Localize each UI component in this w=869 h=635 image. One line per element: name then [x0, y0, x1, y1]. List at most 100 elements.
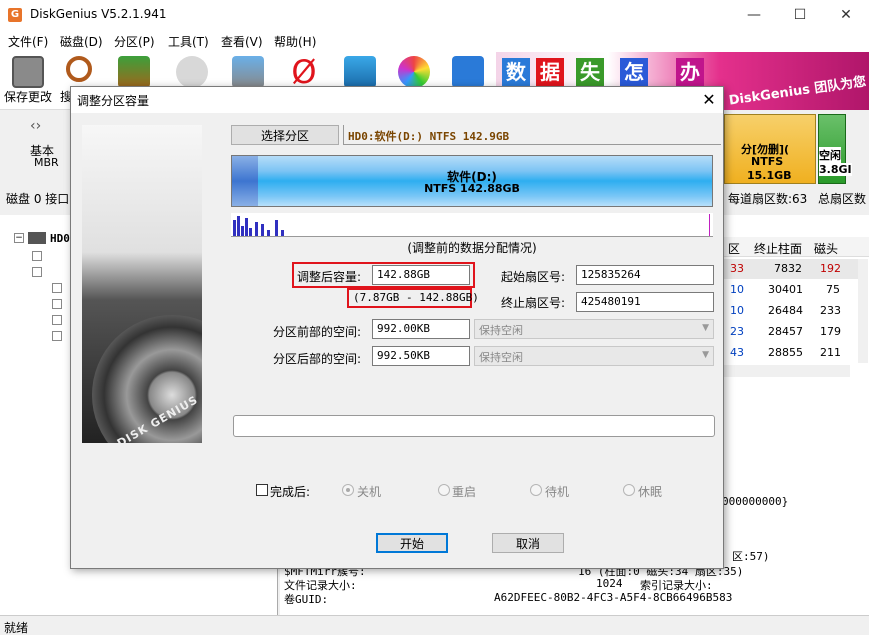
dist-bar: [255, 222, 258, 236]
dialog-close-icon[interactable]: ✕: [697, 88, 721, 112]
dialog-title: 调整分区容量: [77, 94, 150, 108]
before-space-select[interactable]: 保持空闲 ▼: [474, 319, 714, 339]
menu-partition[interactable]: 分区(P): [114, 33, 155, 50]
hdd-icon: [28, 232, 46, 244]
tree-node-1[interactable]: [32, 251, 42, 261]
col-sector[interactable]: 区: [728, 240, 740, 257]
disk-interface-info: 磁盘 0 接口: [6, 192, 70, 206]
option-standby: 待机: [545, 485, 570, 499]
new-size-input[interactable]: 142.88GB: [372, 265, 470, 285]
windows-icon[interactable]: [452, 56, 484, 88]
resize-partition-dialog: 调整分区容量 ✕ DISK GENIUS 选择分区 HD0:软件(D:) NTF…: [70, 86, 724, 569]
after-space-select[interactable]: 保持空闲 ▼: [474, 346, 714, 366]
volume-guid-label: 卷GUID:: [284, 593, 329, 606]
dist-bar: [275, 220, 278, 236]
status-text: 就绪: [4, 621, 29, 635]
chevron-down-icon: ▼: [702, 350, 709, 360]
partition-fs-size: NTFS 142.88GB: [424, 182, 520, 195]
radio-hibernate[interactable]: [623, 484, 635, 496]
menu-file[interactable]: 文件(F): [8, 33, 48, 50]
tree-node-2[interactable]: [32, 267, 42, 277]
tree-node-4[interactable]: [52, 299, 62, 309]
menu-help[interactable]: 帮助(H): [274, 33, 316, 50]
format-icon[interactable]: [344, 56, 376, 88]
selected-partition-info: HD0:软件(D:) NTFS 142.9GB: [343, 125, 721, 145]
radio-shutdown[interactable]: [342, 484, 354, 496]
backup-icon[interactable]: [118, 56, 150, 88]
cell-sector: 10: [730, 283, 744, 296]
banner-tile-3: 失: [576, 58, 604, 86]
dist-bar: [233, 220, 236, 236]
before-space-option: 保持空闲: [479, 324, 523, 337]
col-end-cylinder[interactable]: 终止柱面: [754, 240, 802, 257]
menu-view[interactable]: 查看(V): [221, 33, 263, 50]
cell-end-cylinder: 7832: [774, 262, 802, 275]
start-sector-input[interactable]: 125835264: [576, 265, 714, 285]
menu-disk[interactable]: 磁盘(D): [60, 33, 103, 50]
tree-node-3[interactable]: [52, 283, 62, 293]
tree-node-6[interactable]: [52, 331, 62, 341]
select-partition-button[interactable]: 选择分区: [231, 125, 339, 145]
guid-partial: 000000000}: [722, 495, 789, 508]
maximize-button[interactable]: ☐: [777, 0, 823, 30]
cell-end-cylinder: 28457: [768, 325, 803, 338]
after-space-input[interactable]: 992.50KB: [372, 346, 470, 366]
after-done-checkbox[interactable]: [256, 484, 268, 496]
banner-tile-2: 据: [536, 58, 564, 86]
cancel-button[interactable]: 取消: [492, 533, 564, 553]
partition-visual-bar[interactable]: 软件(D:) NTFS 142.88GB: [231, 155, 713, 207]
new-partition-icon[interactable]: [398, 56, 430, 88]
cell-head: 211: [820, 346, 841, 359]
tree-node-5[interactable]: [52, 315, 62, 325]
total-sectors-label: 总扇区数: [818, 192, 867, 206]
menu-tools[interactable]: 工具(T): [168, 33, 209, 50]
prev-disk-icon[interactable]: ‹›: [30, 118, 41, 134]
menu-bar: 文件(F) 磁盘(D) 分区(P) 工具(T) 查看(V) 帮助(H): [0, 30, 869, 52]
file-record-size-value: 1024: [596, 577, 623, 590]
before-space-label: 分区前部的空间:: [273, 325, 362, 339]
close-button[interactable]: ✕: [823, 0, 869, 30]
before-space-input[interactable]: 992.00KB: [372, 319, 470, 339]
end-sector-label: 终止扇区号:: [501, 296, 566, 310]
cell-sector: 43: [730, 346, 744, 359]
save-icon[interactable]: [12, 56, 44, 88]
free-label: 空闲: [819, 147, 841, 163]
radio-restart[interactable]: [438, 484, 450, 496]
cell-end-cylinder: 26484: [768, 304, 803, 317]
tree-expander[interactable]: −: [14, 233, 24, 243]
after-space-label: 分区后部的空间:: [273, 352, 362, 366]
table-scrollbar[interactable]: [858, 259, 868, 363]
search-partition-icon[interactable]: [66, 56, 92, 82]
new-size-label: 调整后容量:: [297, 270, 362, 284]
cell-head: 75: [826, 283, 840, 296]
start-sector-label: 起始扇区号:: [501, 270, 566, 284]
cell-sector: 33: [730, 262, 744, 275]
app-title: DiskGenius V5.2.1.941: [30, 7, 167, 21]
disk-mbr-label: MBR: [34, 156, 59, 169]
col-head[interactable]: 磁头: [814, 240, 838, 257]
dist-bar: [261, 224, 264, 236]
banner-tile-5: 办: [676, 58, 704, 86]
reserved-part-fs: NTFS: [751, 155, 784, 168]
restore-icon[interactable]: [176, 56, 208, 88]
banner-tile-1: 数: [502, 58, 530, 86]
cell-end-cylinder: 28855: [768, 346, 803, 359]
partition-block-reserved[interactable]: 分[勿删]( NTFS 15.1GB: [724, 114, 816, 184]
dist-bar: [281, 230, 284, 236]
start-button[interactable]: 开始: [376, 533, 448, 553]
tree-root-label[interactable]: HD0: [50, 232, 70, 245]
minimize-button[interactable]: —: [731, 0, 777, 30]
reserved-part-size: 15.1GB: [747, 169, 792, 182]
end-sector-input[interactable]: 425480191: [576, 292, 714, 312]
data-distribution-graph: [231, 213, 713, 237]
cell-sector: 23: [730, 325, 744, 338]
size-range-text: (7.87GB - 142.88GB): [353, 291, 479, 304]
dist-bar: [245, 218, 248, 236]
cell-end-cylinder: 30401: [768, 283, 803, 296]
banner-tile-4: 怎: [620, 58, 648, 86]
radio-standby[interactable]: [530, 484, 542, 496]
quick-partition-icon[interactable]: [232, 56, 264, 88]
delete-partition-icon[interactable]: Ø: [288, 56, 320, 88]
dist-bar: [267, 230, 270, 236]
partition-block-free[interactable]: 空闲 3.8GI: [818, 114, 852, 184]
